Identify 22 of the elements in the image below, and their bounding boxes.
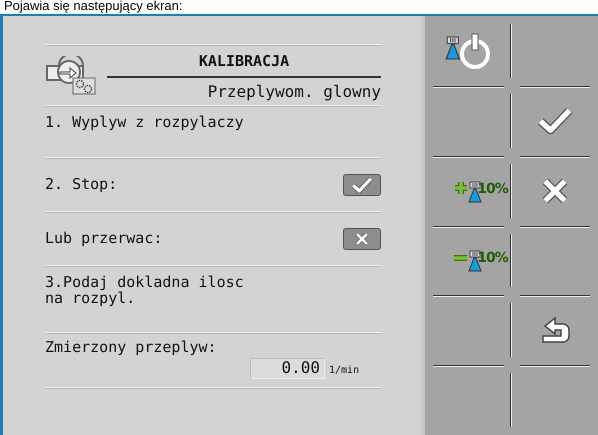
field-label: Zmierzony przeplyw:	[45, 340, 218, 356]
confirm-button[interactable]	[343, 174, 381, 196]
step-label: 2. Stop:	[45, 176, 118, 193]
softkey[interactable]: 10%	[430, 162, 506, 219]
checkmark-icon	[351, 176, 373, 194]
flow-input-field[interactable]: 0.00	[250, 358, 325, 379]
step-text: 1. Wyplyw z rozpylaczy	[45, 115, 244, 131]
step-text: 3.Podaj dokladna ilosc na rozpyl.	[45, 274, 244, 306]
cancel-button[interactable]	[343, 228, 381, 250]
caption-text: Pojawia się następujący ekran:	[3, 0, 184, 14]
unit-label: 1/min	[329, 366, 360, 376]
checkmark-icon	[536, 106, 573, 136]
hourglass-power-icon	[444, 30, 492, 71]
cross-icon	[355, 232, 369, 246]
screen-title: KALIBRACJA	[107, 50, 381, 78]
percent-label: 10%	[477, 250, 508, 266]
screen-subtitle: Przeplywom. glowny	[208, 81, 381, 101]
percent-label: 10%	[477, 180, 508, 197]
step-label: Lub przerwac:	[45, 230, 162, 247]
pipe-gears-icon	[45, 56, 97, 96]
cross-icon	[540, 176, 569, 205]
softkey[interactable]: 10%	[430, 232, 506, 288]
